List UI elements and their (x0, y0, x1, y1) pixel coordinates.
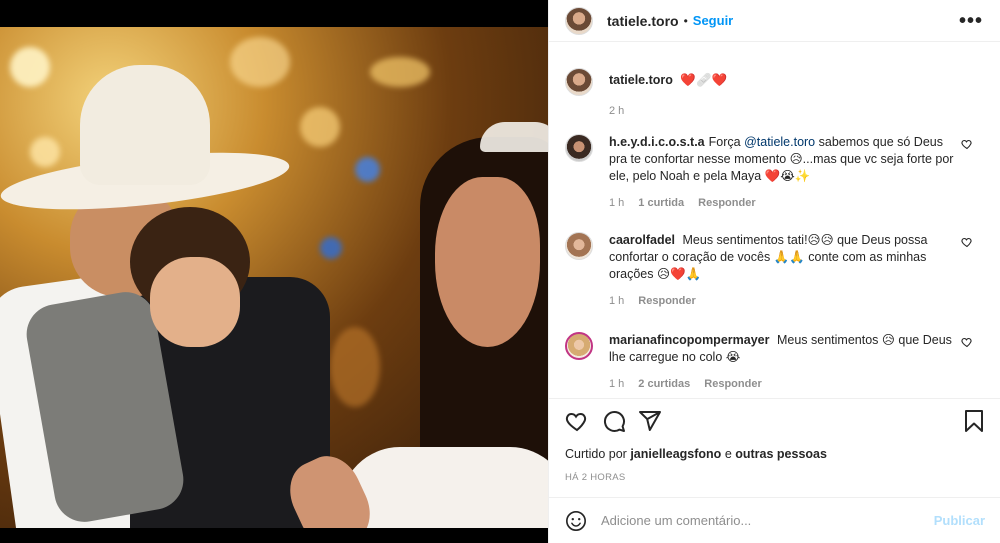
post-photo[interactable] (0, 27, 548, 528)
emoji-icon[interactable] (565, 510, 587, 532)
other-likers-link[interactable]: outras pessoas (735, 447, 827, 461)
reply-button[interactable]: Responder (638, 293, 695, 310)
comment-time[interactable]: 1 h (609, 195, 624, 212)
likes-summary: Curtido por janielleagsfono e outras pes… (565, 447, 985, 461)
comment-item: marianafincopompermayer Meus sentimentos… (565, 332, 985, 393)
bookmark-icon[interactable] (963, 409, 985, 433)
comment-time[interactable]: 1 h (609, 293, 624, 310)
comment-username[interactable]: marianafincopompermayer (609, 333, 769, 347)
post-header: tatiele.toro • Seguir ••• (549, 0, 1000, 42)
heart-icon[interactable] (565, 409, 589, 433)
comment-avatar[interactable] (565, 232, 593, 260)
caption-username[interactable]: tatiele.toro (609, 73, 673, 87)
comment-like-heart-icon[interactable] (961, 236, 973, 248)
comment-like-heart-icon[interactable] (961, 336, 973, 348)
post-actions: Curtido por janielleagsfono e outras pes… (549, 398, 1000, 483)
more-options-icon[interactable]: ••• (959, 10, 983, 33)
comment-likes[interactable]: 1 curtida (638, 195, 684, 212)
likes-prefix: Curtido por (565, 447, 627, 461)
comment-icon[interactable] (602, 409, 626, 433)
caption: tatiele.toro ❤️🩹❤️ 2 h (565, 68, 985, 120)
comment-username[interactable]: h.e.y.d.i.c.o.s.t.a (609, 135, 705, 149)
instagram-post-modal: tatiele.toro • Seguir ••• tatiele.toro ❤… (0, 0, 1000, 543)
likes-conjunction: e (724, 447, 732, 461)
comment-input[interactable] (601, 513, 901, 528)
separator-dot: • (683, 13, 688, 28)
publish-button[interactable]: Publicar (934, 513, 985, 528)
comment-likes[interactable]: 2 curtidas (638, 376, 690, 393)
comment-mention[interactable]: @tatiele.toro (744, 135, 815, 149)
reply-button[interactable]: Responder (698, 195, 755, 212)
comment-item: h.e.y.d.i.c.o.s.t.a Força @tatiele.toro s… (565, 134, 985, 212)
author-avatar[interactable] (565, 6, 593, 35)
author-username[interactable]: tatiele.toro (607, 13, 679, 29)
comment-avatar[interactable] (565, 134, 593, 162)
post-side-panel: tatiele.toro • Seguir ••• tatiele.toro ❤… (548, 0, 1000, 543)
post-photo-panel (0, 0, 548, 543)
action-icons (565, 409, 985, 439)
comment-username[interactable]: caarolfadel (609, 233, 675, 247)
share-icon[interactable] (638, 409, 662, 433)
comment-item: caarolfadel Meus sentimentos tati!😥😥 que… (565, 232, 985, 310)
caption-text: ❤️🩹❤️ (680, 73, 728, 87)
liked-by-user[interactable]: janielleagsfono (630, 447, 721, 461)
add-comment-bar: Publicar (549, 497, 1000, 543)
follow-button[interactable]: Seguir (693, 13, 733, 28)
comments-list: tatiele.toro ❤️🩹❤️ 2 h h.e.y.d.i.c.o.s.t… (549, 58, 1000, 398)
comment-text: Força (708, 135, 745, 149)
comment-avatar[interactable] (565, 332, 593, 360)
caption-avatar[interactable] (565, 68, 593, 96)
reply-button[interactable]: Responder (704, 376, 761, 393)
comment-time[interactable]: 1 h (609, 376, 624, 393)
post-timestamp[interactable]: Há 2 horas (565, 472, 985, 483)
caption-time[interactable]: 2 h (609, 103, 624, 120)
comment-like-heart-icon[interactable] (961, 138, 973, 150)
